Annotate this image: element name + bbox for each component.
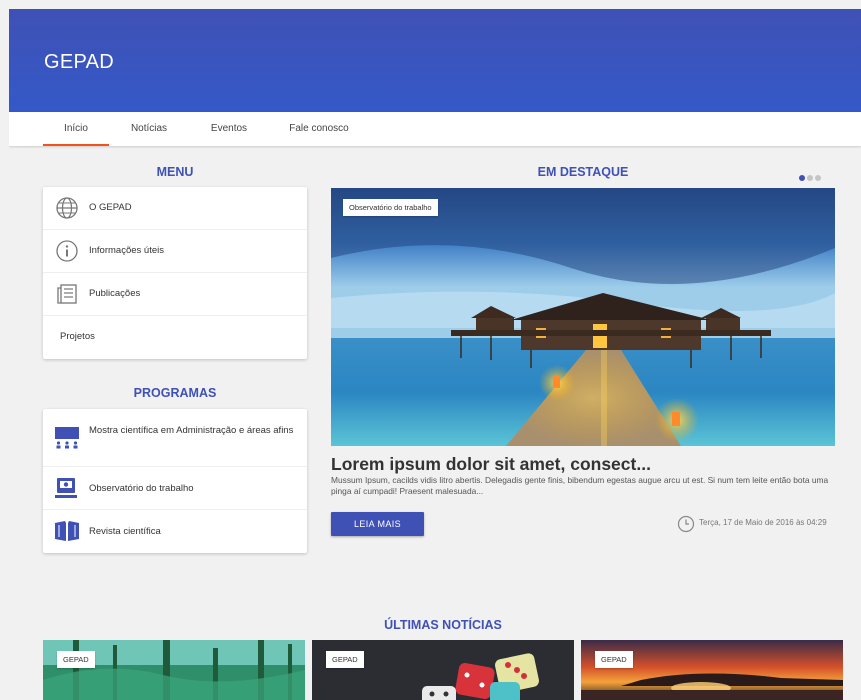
programs-title: PROGRAMAS: [133, 386, 217, 400]
news-card-sunset[interactable]: GEPAD: [581, 640, 843, 700]
menu-item-publicacoes[interactable]: Publicações: [43, 273, 307, 316]
featured-headline[interactable]: Lorem ipsum dolor sit amet, consect...: [331, 454, 651, 475]
resort-pier-image: [331, 188, 835, 446]
program-item-observatorio[interactable]: Observatório do trabalho: [43, 467, 307, 510]
info-icon: [56, 240, 78, 262]
tab-noticias[interactable]: Notícias: [119, 112, 179, 146]
menu-card: O GEPAD Informações úteis Publicações Pr…: [43, 187, 307, 359]
menu-item-informacoes[interactable]: Informações úteis: [43, 230, 307, 273]
news-badge[interactable]: GEPAD: [595, 651, 633, 668]
program-item-label: Observatório do trabalho: [89, 483, 194, 494]
menu-item-label: Publicações: [89, 288, 141, 299]
latest-news-title: ÚLTIMAS NOTÍCIAS: [384, 618, 502, 632]
app-title: GEPAD: [44, 51, 115, 73]
menu-item-projetos[interactable]: Projetos: [43, 316, 307, 359]
program-item-revista[interactable]: Revista científica: [43, 510, 307, 553]
carousel-dot-2[interactable]: [807, 175, 813, 181]
menu-title: MENU: [156, 165, 194, 179]
tab-eventos[interactable]: Eventos: [199, 112, 259, 146]
featured-date-text: Terça, 17 de Maio de 2016 às 04:29: [699, 518, 827, 527]
news-badge[interactable]: GEPAD: [326, 651, 364, 668]
news-card-dice[interactable]: GEPAD: [312, 640, 574, 700]
carousel-dots: [799, 168, 823, 186]
menu-item-label: O GEPAD: [89, 202, 132, 213]
tab-inicio[interactable]: Início: [43, 112, 109, 146]
featured-category-badge[interactable]: Observatório do trabalho: [343, 199, 438, 216]
featured-image[interactable]: Observatório do trabalho: [331, 188, 835, 446]
carousel-dot-3[interactable]: [815, 175, 821, 181]
program-item-label: Revista científica: [89, 526, 161, 537]
carousel-dot-1[interactable]: [799, 175, 805, 181]
globe-icon: [56, 197, 78, 219]
clock-icon: [677, 515, 695, 533]
app-bar: GEPAD: [9, 9, 861, 112]
book-icon: [55, 521, 79, 541]
app-frame: GEPAD Início Notícias Eventos Fale conos…: [9, 9, 861, 700]
news-card-forest[interactable]: GEPAD: [43, 640, 305, 700]
program-item-mostra[interactable]: Mostra científica em Administração e áre…: [43, 409, 307, 467]
forest-image: [43, 640, 305, 700]
menu-item-label: Informações úteis: [89, 245, 164, 256]
menu-item-label: Projetos: [60, 331, 95, 342]
monitor-icon: [55, 478, 77, 498]
featured-excerpt: Mussum Ipsum, cacilds vidis litro aberti…: [331, 475, 829, 496]
program-item-label: Mostra científica em Administração e áre…: [89, 425, 294, 436]
nav-tabs: Início Notícias Eventos Fale conosco: [9, 112, 861, 146]
newspaper-icon: [57, 284, 77, 304]
featured-title: EM DESTAQUE: [537, 165, 629, 179]
sunset-image: [581, 640, 843, 700]
dice-image: [312, 640, 574, 700]
news-badge[interactable]: GEPAD: [57, 651, 95, 668]
programs-card: Mostra científica em Administração e áre…: [43, 409, 307, 553]
read-more-button[interactable]: LEIA MAIS: [331, 512, 424, 536]
menu-item-o-gepad[interactable]: O GEPAD: [43, 187, 307, 230]
presentation-icon: [55, 427, 79, 449]
tab-fale-conosco[interactable]: Fale conosco: [279, 112, 359, 146]
